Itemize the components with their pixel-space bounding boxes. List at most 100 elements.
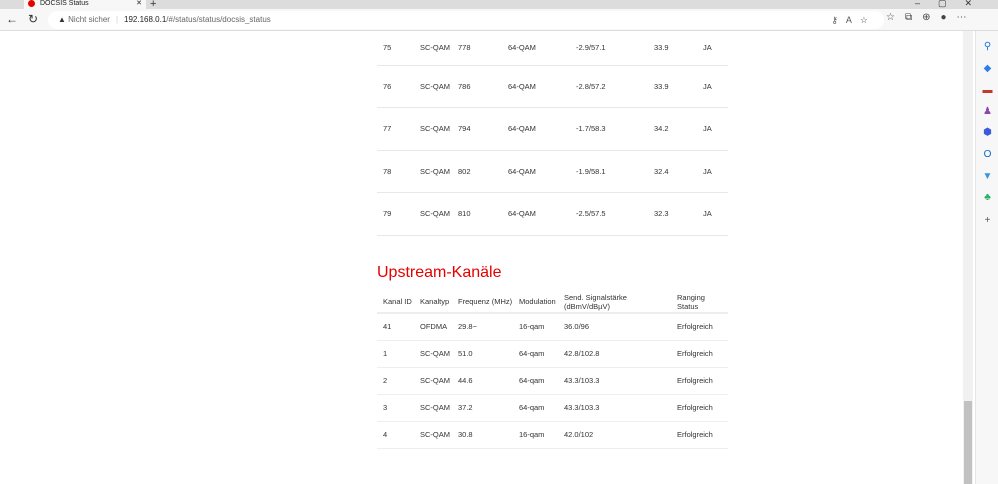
security-label: Nicht sicher xyxy=(68,15,110,24)
close-tab-icon[interactable]: ✕ xyxy=(136,0,142,8)
cell-locked: JA xyxy=(697,192,728,236)
cell-id: 78 xyxy=(377,150,414,193)
office-icon[interactable]: ⬢ xyxy=(982,127,993,138)
search-icon[interactable]: ⚲ xyxy=(982,41,993,52)
upstream-title: Upstream-Kanäle xyxy=(377,264,502,281)
table-cell: Erfolgreich xyxy=(671,313,728,341)
table-cell: 42.8/102.8 xyxy=(558,340,671,368)
url-host: 192.168.0.1 xyxy=(124,15,167,24)
tab-docsis-status[interactable]: DOCSIS Status ✕ xyxy=(24,0,146,9)
cell-mod: 64-QAM xyxy=(502,150,570,193)
table-cell: 29.8~ xyxy=(452,313,513,341)
warning-icon: ▲ xyxy=(58,15,69,24)
table-cell: SC-QAM xyxy=(414,367,452,395)
vodafone-logo-icon xyxy=(28,0,35,7)
table-row: 41 OFDMA 29.8~ 16-qam 36.0/96 Erfolgreich xyxy=(377,313,728,341)
cell-snr: 32.3 xyxy=(648,192,697,236)
downstream-table: 75 SC-QAM 778 64-QAM -2.9/57.1 33.9 JA 76 SC-QAM… xyxy=(377,31,728,236)
table-cell: 16-qam xyxy=(513,313,558,341)
scrollbar-thumb[interactable] xyxy=(964,401,972,484)
table-row: 77 SC-QAM 794 64-QAM -1.7/58.3 34.2 JA xyxy=(377,107,728,151)
table-cell: SC-QAM xyxy=(414,340,452,368)
cell-power: -2.5/57.5 xyxy=(570,192,648,236)
tab-bar: DOCSIS Status ✕ + –▢✕ xyxy=(0,0,998,10)
cell-snr: 32.4 xyxy=(648,150,697,193)
table-cell: 64-qam xyxy=(513,340,558,368)
drop-icon[interactable]: ▼ xyxy=(982,171,993,182)
cell-freq: 778 xyxy=(452,31,502,66)
cell-id: 77 xyxy=(377,107,414,151)
column-header: Kanaltyp xyxy=(414,291,452,314)
cell-mod: 64-QAM xyxy=(502,192,570,236)
outlook-icon[interactable]: O xyxy=(982,149,993,160)
table-row: 4 SC-QAM 30.8 16-qam 42.0/102 Erfolgreich xyxy=(377,421,728,449)
edge-sidebar: ⚲ ◆ ▬ ♟ ⬢ O ▼ ♣ + xyxy=(975,31,998,484)
address-bar-row: ← ↻ ▲ Nicht sicher | 192.168.0.1/#/status/… xyxy=(0,9,998,31)
table-cell: SC-QAM xyxy=(414,421,452,449)
table-cell: 44.6 xyxy=(452,367,513,395)
cell-type: SC-QAM xyxy=(414,107,452,151)
cell-locked: JA xyxy=(697,107,728,151)
cell-type: SC-QAM xyxy=(414,65,452,108)
table-cell: Erfolgreich xyxy=(671,340,728,368)
table-row: 2 SC-QAM 44.6 64-qam 43.3/103.3 Erfolgreich xyxy=(377,367,728,395)
column-header: Ranging Status xyxy=(671,291,728,314)
table-cell: 64-qam xyxy=(513,394,558,422)
cell-freq: 786 xyxy=(452,65,502,108)
cell-id: 75 xyxy=(377,31,414,66)
table-row: 76 SC-QAM 786 64-QAM -2.8/57.2 33.9 JA xyxy=(377,65,728,108)
table-cell: 42.0/102 xyxy=(558,421,671,449)
column-header: Kanal ID xyxy=(377,291,414,314)
cell-power: -2.9/57.1 xyxy=(570,31,648,66)
toolbar-icons[interactable]: ☆⧉⊕●⋯ xyxy=(886,12,977,23)
tag-icon[interactable]: ◆ xyxy=(982,63,993,74)
table-row: 78 SC-QAM 802 64-QAM -1.9/58.1 32.4 JA xyxy=(377,150,728,193)
table-row: 79 SC-QAM 810 64-QAM -2.5/57.5 32.3 JA xyxy=(377,192,728,236)
table-cell: 30.8 xyxy=(452,421,513,449)
cell-locked: JA xyxy=(697,31,728,66)
cell-id: 79 xyxy=(377,192,414,236)
cell-freq: 794 xyxy=(452,107,502,151)
cell-mod: 64-QAM xyxy=(502,31,570,66)
table-cell: 64-qam xyxy=(513,367,558,395)
back-button[interactable]: ← xyxy=(6,12,18,26)
cell-type: SC-QAM xyxy=(414,31,452,66)
cell-freq: 810 xyxy=(452,192,502,236)
url-action-icons[interactable]: ⚷A☆ xyxy=(831,11,876,29)
cell-freq: 802 xyxy=(452,150,502,193)
games-icon[interactable]: ♟ xyxy=(982,106,993,117)
cell-type: SC-QAM xyxy=(414,150,452,193)
cell-locked: JA xyxy=(697,65,728,108)
table-cell: 37.2 xyxy=(452,394,513,422)
table-cell: 36.0/96 xyxy=(558,313,671,341)
table-cell: SC-QAM xyxy=(414,394,452,422)
column-header: Send. Signalstärke (dBmV/dBµV) xyxy=(558,291,671,314)
cell-mod: 64-QAM xyxy=(502,107,570,151)
table-cell: 51.0 xyxy=(452,340,513,368)
scrollbar[interactable] xyxy=(963,31,973,484)
table-cell: 4 xyxy=(377,421,414,449)
table-row: 3 SC-QAM 37.2 64-qam 43.3/103.3 Erfolgreich xyxy=(377,394,728,422)
table-cell: 3 xyxy=(377,394,414,422)
table-cell: Erfolgreich xyxy=(671,421,728,449)
tree-icon[interactable]: ♣ xyxy=(982,192,993,203)
cell-type: SC-QAM xyxy=(414,192,452,236)
tab-title: DOCSIS Status xyxy=(40,0,89,7)
cell-id: 76 xyxy=(377,65,414,108)
column-header: Frequenz (MHz) xyxy=(452,291,513,314)
cell-snr: 33.9 xyxy=(648,31,697,66)
url-input[interactable]: ▲ Nicht sicher | 192.168.0.1/#/status/stat… xyxy=(48,11,884,29)
table-cell: Erfolgreich xyxy=(671,367,728,395)
table-row: 75 SC-QAM 778 64-QAM -2.9/57.1 33.9 JA xyxy=(377,31,728,66)
reload-button[interactable]: ↻ xyxy=(28,12,38,26)
cell-locked: JA xyxy=(697,150,728,193)
url-path: /#/status/status/docsis_status xyxy=(166,15,271,24)
window-controls[interactable]: –▢✕ xyxy=(915,0,990,9)
cell-snr: 33.9 xyxy=(648,65,697,108)
column-header: Modulation xyxy=(513,291,558,314)
table-cell: 41 xyxy=(377,313,414,341)
cell-power: -1.9/58.1 xyxy=(570,150,648,193)
add-icon[interactable]: + xyxy=(982,215,993,226)
table-cell: 2 xyxy=(377,367,414,395)
toolbox-icon[interactable]: ▬ xyxy=(982,85,993,96)
